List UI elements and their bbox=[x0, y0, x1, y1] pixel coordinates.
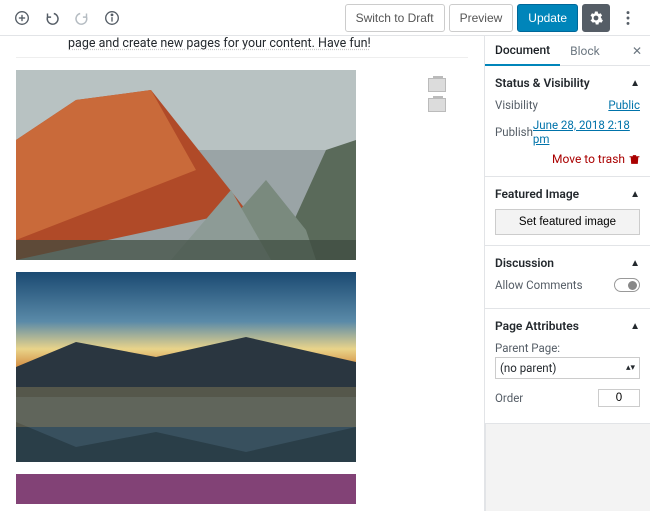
image-block[interactable] bbox=[16, 474, 468, 504]
panel-title: Page Attributes bbox=[495, 319, 579, 333]
panel-title: Featured Image bbox=[495, 187, 579, 201]
settings-sidebar: Document Block ✕ Status & Visibility ▲ Vi… bbox=[484, 36, 650, 511]
chevron-up-icon[interactable]: ▲ bbox=[630, 189, 640, 200]
thumb-icon bbox=[428, 78, 446, 92]
order-input[interactable] bbox=[598, 389, 640, 407]
trash-icon bbox=[629, 154, 640, 165]
parent-page-label: Parent Page: bbox=[495, 341, 640, 355]
switch-draft-button[interactable]: Switch to Draft bbox=[345, 4, 445, 32]
update-button[interactable]: Update bbox=[517, 4, 578, 32]
undo-button[interactable] bbox=[38, 4, 66, 32]
visibility-label: Visibility bbox=[495, 98, 538, 112]
publish-label: Publish bbox=[495, 125, 533, 139]
redo-button[interactable] bbox=[68, 4, 96, 32]
thumb-icon bbox=[428, 98, 446, 112]
visibility-value[interactable]: Public bbox=[608, 98, 640, 112]
chevron-up-icon[interactable]: ▲ bbox=[630, 258, 640, 269]
tab-document[interactable]: Document bbox=[485, 36, 560, 66]
chevron-up-icon[interactable]: ▲ bbox=[630, 78, 640, 89]
parent-page-select[interactable]: (no parent)▴▾ bbox=[495, 357, 640, 379]
discussion-panel: Discussion ▲ Allow Comments bbox=[485, 246, 650, 309]
editor-topbar: Switch to Draft Preview Update bbox=[0, 0, 650, 36]
panel-title: Status & Visibility bbox=[495, 76, 590, 90]
image-block[interactable] bbox=[16, 272, 468, 462]
more-menu-button[interactable] bbox=[614, 4, 642, 32]
set-featured-image-button[interactable]: Set featured image bbox=[495, 209, 640, 235]
add-block-button[interactable] bbox=[8, 4, 36, 32]
featured-image-panel: Featured Image ▲ Set featured image bbox=[485, 177, 650, 246]
chevron-up-icon[interactable]: ▲ bbox=[630, 321, 640, 332]
settings-button[interactable] bbox=[582, 4, 610, 32]
move-to-trash-link[interactable]: Move to trash bbox=[552, 152, 625, 166]
allow-comments-label: Allow Comments bbox=[495, 278, 583, 292]
panel-title: Discussion bbox=[495, 256, 554, 270]
preview-button[interactable]: Preview bbox=[449, 4, 514, 32]
allow-comments-toggle[interactable] bbox=[614, 278, 640, 292]
publish-value[interactable]: June 28, 2018 2:18 pm bbox=[533, 118, 640, 146]
block-editor-canvas[interactable]: page and create new pages for your conte… bbox=[0, 36, 484, 511]
close-sidebar-button[interactable]: ✕ bbox=[624, 44, 650, 58]
info-button[interactable] bbox=[98, 4, 126, 32]
tab-block[interactable]: Block bbox=[560, 36, 610, 66]
status-visibility-panel: Status & Visibility ▲ Visibility Public Pu… bbox=[485, 66, 650, 177]
page-content-fragment: page and create new pages for your conte… bbox=[16, 36, 468, 58]
page-attributes-panel: Page Attributes ▲ Parent Page: (no parent… bbox=[485, 309, 650, 424]
image-block[interactable] bbox=[16, 70, 468, 260]
order-label: Order bbox=[495, 391, 523, 405]
